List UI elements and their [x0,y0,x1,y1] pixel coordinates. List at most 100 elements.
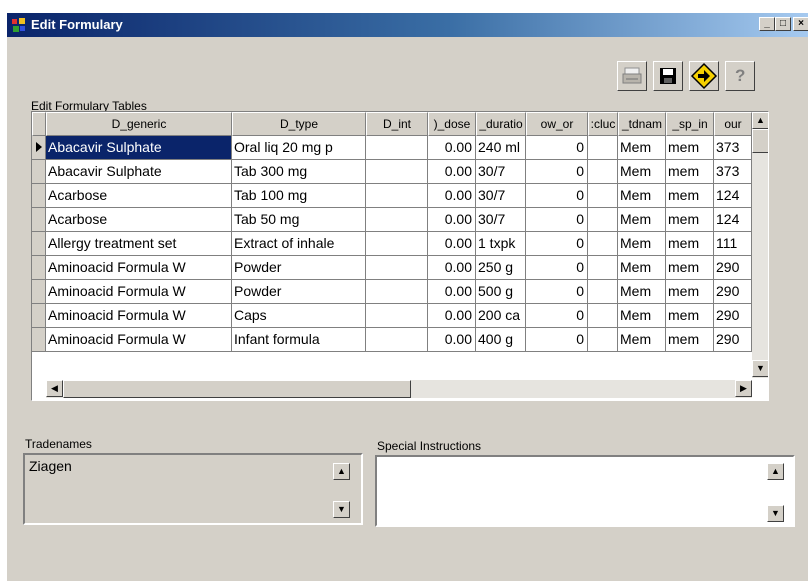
table-cell[interactable]: 200 ca [476,304,526,328]
table-cell[interactable]: Aminoacid Formula W [46,328,232,352]
table-cell[interactable]: 1 txpk [476,232,526,256]
row-indicator[interactable] [32,160,46,184]
table-cell[interactable] [588,160,618,184]
maximize-button[interactable]: □ [775,17,791,31]
table-cell[interactable]: Abacavir Sulphate [46,136,232,160]
table-cell[interactable] [366,304,428,328]
table-cell[interactable]: Oral liq 20 mg p [232,136,366,160]
table-cell[interactable]: 240 ml [476,136,526,160]
table-cell[interactable]: Mem [618,136,666,160]
table-cell[interactable]: mem [666,160,714,184]
table-cell[interactable]: mem [666,136,714,160]
table-cell[interactable]: 290 [714,304,752,328]
column-header-10[interactable]: our [714,112,752,136]
table-cell[interactable]: Acarbose [46,208,232,232]
row-indicator[interactable] [32,304,46,328]
table-cell[interactable]: 0.00 [428,328,476,352]
table-cell[interactable] [366,184,428,208]
table-cell[interactable]: 0.00 [428,256,476,280]
table-cell[interactable]: Mem [618,184,666,208]
column-header-4[interactable]: )_dose [428,112,476,136]
close-button[interactable]: × [793,17,808,31]
table-cell[interactable]: 111 [714,232,752,256]
column-header-9[interactable]: _sp_in [666,112,714,136]
table-cell[interactable] [366,136,428,160]
exit-button[interactable] [689,61,719,91]
table-cell[interactable] [366,280,428,304]
table-cell[interactable]: Mem [618,328,666,352]
table-cell[interactable] [588,184,618,208]
special-instructions-field[interactable]: ▲ ▼ [375,455,795,527]
table-cell[interactable]: 0 [526,256,588,280]
scroll-up-button[interactable]: ▲ [752,112,768,129]
table-cell[interactable] [588,136,618,160]
table-cell[interactable]: mem [666,232,714,256]
table-cell[interactable]: Powder [232,280,366,304]
table-cell[interactable]: 0.00 [428,304,476,328]
table-cell[interactable]: 124 [714,208,752,232]
tradenames-box[interactable]: Ziagen ▲ ▼ [23,453,363,525]
table-cell[interactable]: 0 [526,280,588,304]
table-cell[interactable]: 290 [714,328,752,352]
table-cell[interactable]: Aminoacid Formula W [46,256,232,280]
table-cell[interactable] [588,328,618,352]
table-cell[interactable]: 290 [714,280,752,304]
scroll-right-button[interactable]: ▶ [735,380,752,397]
column-header-8[interactable]: _tdnam [618,112,666,136]
table-cell[interactable]: Allergy treatment set [46,232,232,256]
table-cell[interactable]: 30/7 [476,208,526,232]
table-cell[interactable] [366,328,428,352]
table-cell[interactable]: Aminoacid Formula W [46,304,232,328]
table-cell[interactable]: 30/7 [476,160,526,184]
table-cell[interactable]: mem [666,256,714,280]
table-cell[interactable]: mem [666,184,714,208]
table-cell[interactable]: Abacavir Sulphate [46,160,232,184]
row-indicator[interactable] [32,184,46,208]
table-cell[interactable]: 0.00 [428,232,476,256]
table-cell[interactable]: mem [666,328,714,352]
column-header-6[interactable]: ow_or [526,112,588,136]
table-cell[interactable]: 30/7 [476,184,526,208]
table-cell[interactable]: Mem [618,160,666,184]
save-button[interactable] [653,61,683,91]
table-cell[interactable]: 0 [526,232,588,256]
table-cell[interactable]: 0 [526,136,588,160]
table-cell[interactable] [588,256,618,280]
table-cell[interactable]: Infant formula [232,328,366,352]
table-cell[interactable]: Tab 50 mg [232,208,366,232]
vertical-scrollbar[interactable]: ▲ ▼ [752,112,768,378]
table-cell[interactable]: Mem [618,304,666,328]
table-cell[interactable]: Acarbose [46,184,232,208]
table-cell[interactable] [588,304,618,328]
title-bar[interactable]: Edit Formulary _ □ × [7,13,808,37]
table-cell[interactable]: Extract of inhale [232,232,366,256]
table-cell[interactable] [366,208,428,232]
table-cell[interactable]: Caps [232,304,366,328]
table-cell[interactable]: 0 [526,208,588,232]
table-cell[interactable]: Mem [618,232,666,256]
row-indicator[interactable] [32,136,46,160]
table-cell[interactable] [588,232,618,256]
scroll-down-button[interactable]: ▼ [752,360,768,377]
help-button[interactable]: ? [725,61,755,91]
print-button[interactable] [617,61,647,91]
column-header-2[interactable]: D_type [232,112,366,136]
table-cell[interactable]: Powder [232,256,366,280]
table-cell[interactable]: 0 [526,328,588,352]
table-cell[interactable] [588,208,618,232]
table-cell[interactable]: 290 [714,256,752,280]
table-cell[interactable]: 500 g [476,280,526,304]
vertical-scroll-thumb[interactable] [752,129,768,153]
row-indicator[interactable] [32,208,46,232]
row-indicator[interactable] [32,256,46,280]
row-indicator[interactable] [32,280,46,304]
table-cell[interactable]: 0 [526,304,588,328]
table-cell[interactable]: 0 [526,184,588,208]
row-indicator[interactable] [32,328,46,352]
column-header-3[interactable]: D_int [366,112,428,136]
table-cell[interactable]: 124 [714,184,752,208]
table-cell[interactable]: Tab 300 mg [232,160,366,184]
horizontal-scrollbar[interactable]: ◀ ▶ [46,380,752,398]
table-cell[interactable]: 0.00 [428,136,476,160]
column-header-5[interactable]: _duratio [476,112,526,136]
